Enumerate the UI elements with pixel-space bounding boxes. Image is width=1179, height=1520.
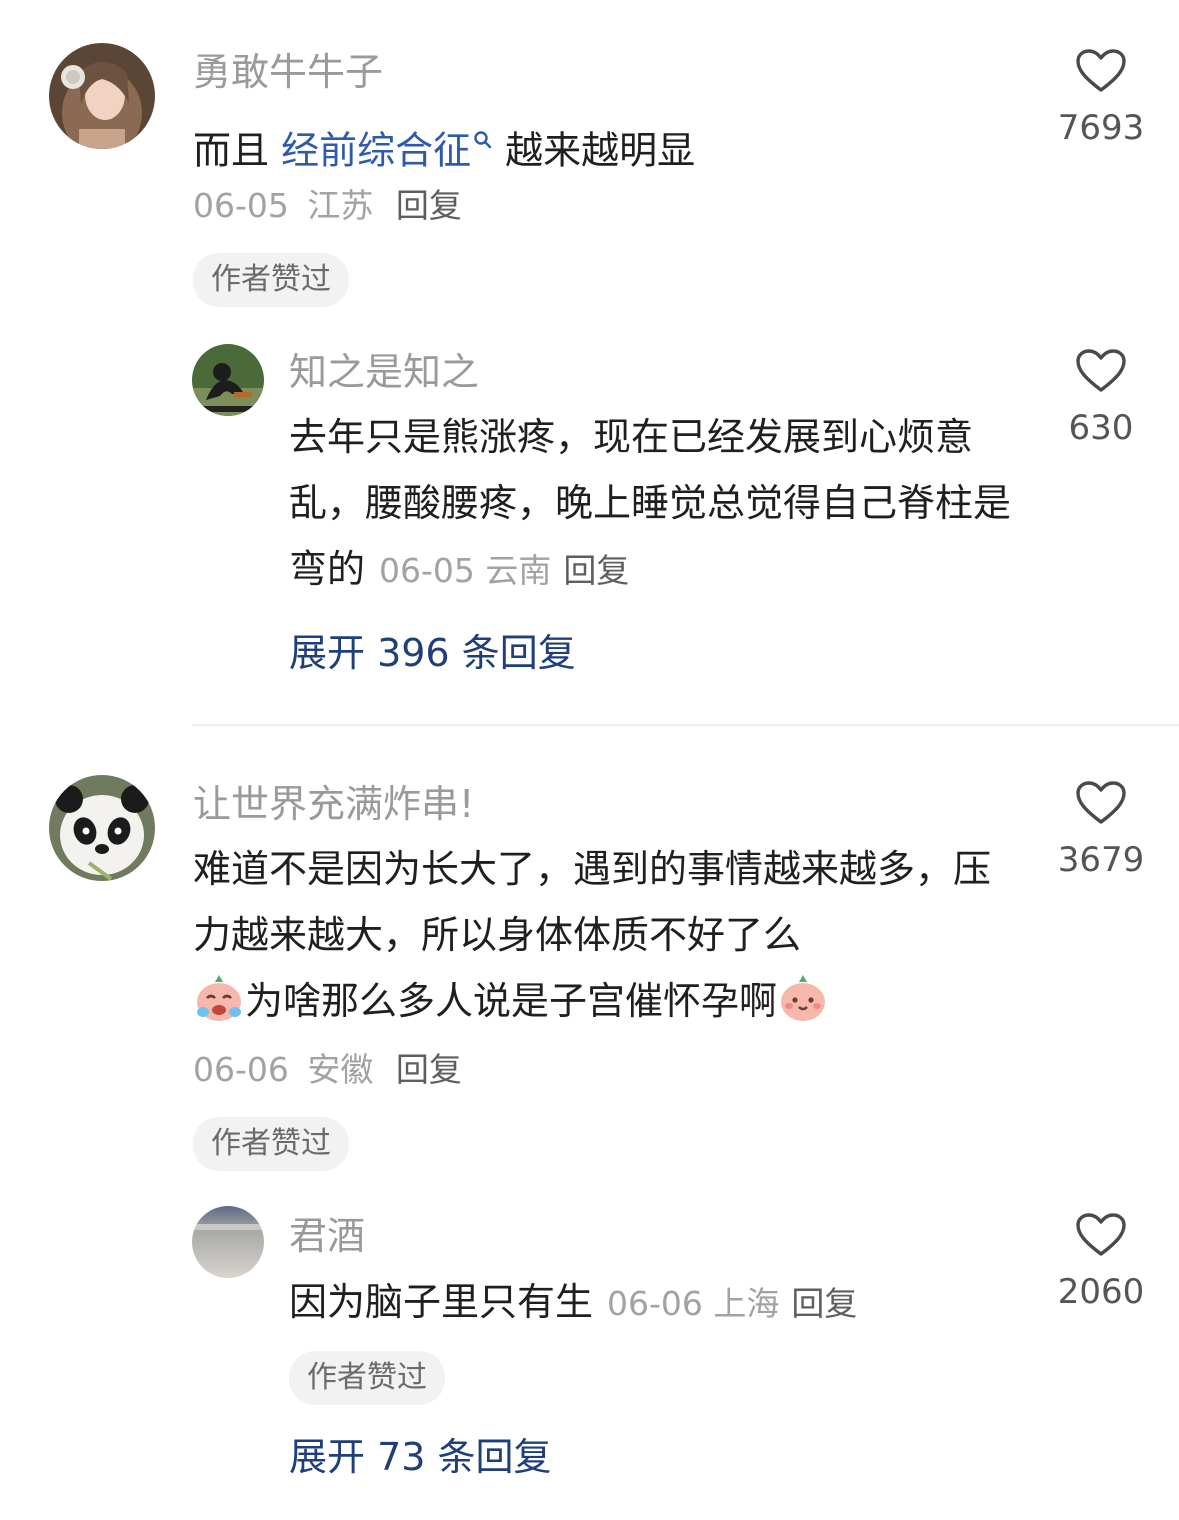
reply-button[interactable]: 回复 (563, 551, 629, 590)
comment-text-line: 为啥那么多人说是子宫催怀孕啊 (193, 968, 1023, 1044)
author-liked-badge: 作者赞过 (289, 1351, 445, 1405)
heart-icon[interactable] (1075, 1212, 1127, 1258)
reply-location: 云南 (485, 551, 552, 590)
reply-button[interactable]: 回复 (396, 1050, 462, 1089)
like-button[interactable]: 2060 (1041, 1212, 1161, 1314)
reply-button[interactable]: 回复 (791, 1284, 857, 1323)
reply-text-body: 因为脑子里只有生 (289, 1280, 594, 1324)
author-liked-badge: 作者赞过 (193, 253, 349, 307)
avatar-panda-icon (49, 775, 155, 881)
comment-text: 而且 经前综合征 越来越明显 (193, 104, 695, 184)
avatar[interactable] (49, 43, 155, 149)
comment-date: 06-05 (193, 186, 289, 225)
like-button[interactable]: 7693 (1041, 48, 1161, 150)
username[interactable]: 知之是知之 (289, 348, 479, 396)
reply-text: 去年只是熊涨疼，现在已经发展到心烦意乱，腰酸腰疼，晚上睡觉总觉得自己脊柱是弯的 0… (289, 404, 1029, 604)
reply-date: 06-05 (379, 551, 475, 590)
reply-text: 因为脑子里只有生 06-06 上海 回复 (289, 1269, 857, 1337)
comment-text-before: 而且 (193, 128, 282, 173)
comment-meta: 06-06 安徽 回复 (193, 1048, 462, 1092)
like-button[interactable]: 3679 (1041, 780, 1161, 882)
crying-peach-emoji-icon (193, 972, 245, 1044)
avatar-figure-dark-green-icon (192, 344, 264, 416)
search-icon[interactable] (473, 104, 493, 170)
heart-icon[interactable] (1075, 780, 1127, 826)
like-count: 3679 (1057, 840, 1145, 880)
expand-replies-button[interactable]: 展开 73 条回复 (289, 1432, 552, 1482)
username[interactable]: 君酒 (289, 1212, 365, 1260)
comment-text-line: 难道不是因为长大了，遇到的事情越来越多，压力越来越大，所以身体体质不好了么 (193, 847, 992, 957)
comment-text-body: 为啥那么多人说是子宫催怀孕啊 (245, 979, 778, 1023)
comment-location: 安徽 (307, 1050, 374, 1089)
blushing-peach-emoji-icon (777, 972, 829, 1044)
author-liked-badge: 作者赞过 (193, 1117, 349, 1171)
avatar[interactable] (192, 344, 264, 416)
like-button[interactable]: 630 (1041, 348, 1161, 450)
reply-location: 上海 (713, 1284, 780, 1323)
like-count: 2060 (1057, 1272, 1145, 1312)
avatar[interactable] (49, 775, 155, 881)
comment-text: 难道不是因为长大了，遇到的事情越来越多，压力越来越大，所以身体体质不好了么 为啥… (193, 836, 1023, 1044)
username[interactable]: 勇敢牛牛子 (193, 48, 383, 96)
reply-date: 06-06 (607, 1284, 703, 1323)
comment-divider (192, 724, 1179, 726)
avatar[interactable] (192, 1206, 264, 1278)
like-count: 7693 (1057, 108, 1145, 148)
comment-text-after: 越来越明显 (505, 128, 696, 173)
avatar-woman-headphones-icon (49, 43, 155, 149)
reply-meta: 06-06 上海 回复 (607, 1284, 857, 1323)
comment-location: 江苏 (307, 186, 374, 225)
comment-meta: 06-05 江苏 回复 (193, 184, 462, 228)
reply-meta: 06-05 云南 回复 (379, 551, 629, 590)
expand-replies-button[interactable]: 展开 396 条回复 (289, 628, 576, 678)
like-count: 630 (1068, 408, 1134, 448)
heart-icon[interactable] (1075, 348, 1127, 394)
username[interactable]: 让世界充满炸串! (193, 780, 474, 828)
keyword-link[interactable]: 经前综合征 (281, 129, 471, 173)
comment-date: 06-06 (193, 1050, 289, 1089)
avatar-blurry-gray-icon (192, 1206, 264, 1278)
heart-icon[interactable] (1075, 48, 1127, 94)
reply-button[interactable]: 回复 (396, 186, 462, 225)
